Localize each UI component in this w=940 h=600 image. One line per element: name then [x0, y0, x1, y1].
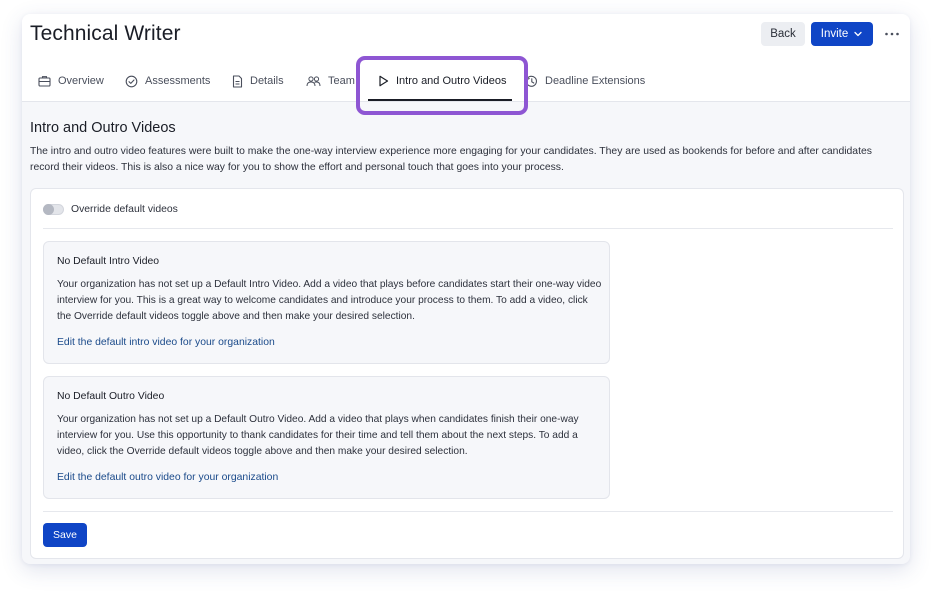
- more-options-button[interactable]: [880, 24, 904, 44]
- override-default-videos-row: Override default videos: [43, 201, 178, 217]
- document-icon: [232, 74, 243, 88]
- tab-label: Details: [250, 75, 284, 87]
- tab-label: Intro and Outro Videos: [396, 75, 507, 87]
- video-settings-panel: Override default videos No Default Intro…: [30, 188, 904, 559]
- override-default-videos-toggle[interactable]: [43, 203, 64, 215]
- save-button[interactable]: Save: [43, 523, 87, 547]
- people-icon: [306, 76, 321, 87]
- active-tab-indicator: [368, 99, 512, 101]
- outro-card-body: Your organization has not set up a Defau…: [57, 414, 579, 457]
- tab-details[interactable]: Details: [232, 66, 284, 96]
- tab-label: Team: [328, 75, 355, 87]
- play-icon: [379, 75, 389, 87]
- page-header: Technical Writer Back Invite Overview As…: [22, 14, 910, 102]
- tab-bar: Overview Assessments Details Team Deadli…: [22, 66, 910, 102]
- section-title: Intro and Outro Videos: [30, 120, 176, 136]
- invite-button-label: Invite: [820, 28, 849, 40]
- chevron-down-icon: [854, 31, 862, 37]
- tab-deadline-extensions[interactable]: Deadline Extensions: [525, 66, 645, 96]
- app-window: Technical Writer Back Invite Overview As…: [22, 14, 910, 564]
- override-default-videos-label: Override default videos: [71, 203, 178, 215]
- divider: [43, 228, 893, 229]
- intro-card-title: No Default Intro Video: [57, 256, 160, 267]
- intro-card-body: Your organization has not set up a Defau…: [57, 279, 602, 322]
- intro-video-card: No Default Intro Video Your organization…: [43, 241, 610, 364]
- section-description: The intro and outro video features were …: [30, 146, 872, 173]
- tab-intro-outro-videos[interactable]: Intro and Outro Videos: [378, 66, 506, 96]
- clock-history-icon: [525, 75, 537, 87]
- briefcase-icon: [38, 76, 51, 87]
- tab-label: Assessments: [145, 75, 211, 87]
- tab-overview[interactable]: Overview: [38, 66, 104, 96]
- page-title: Technical Writer: [30, 22, 181, 45]
- outro-video-card: No Default Outro Video Your organization…: [43, 376, 610, 499]
- ellipsis-icon: [885, 32, 899, 36]
- edit-outro-video-link[interactable]: Edit the default outro video for your or…: [57, 472, 278, 483]
- divider: [43, 511, 893, 512]
- toggle-knob: [43, 203, 54, 215]
- tab-label: Overview: [58, 75, 104, 87]
- outro-card-title: No Default Outro Video: [57, 391, 165, 402]
- tab-assessments[interactable]: Assessments: [125, 66, 210, 96]
- check-circle-icon: [125, 75, 138, 87]
- back-button[interactable]: Back: [761, 22, 805, 46]
- edit-intro-video-link[interactable]: Edit the default intro video for your or…: [57, 337, 275, 348]
- tab-label: Deadline Extensions: [545, 75, 646, 87]
- tab-team[interactable]: Team: [306, 66, 355, 96]
- invite-button[interactable]: Invite: [811, 22, 873, 46]
